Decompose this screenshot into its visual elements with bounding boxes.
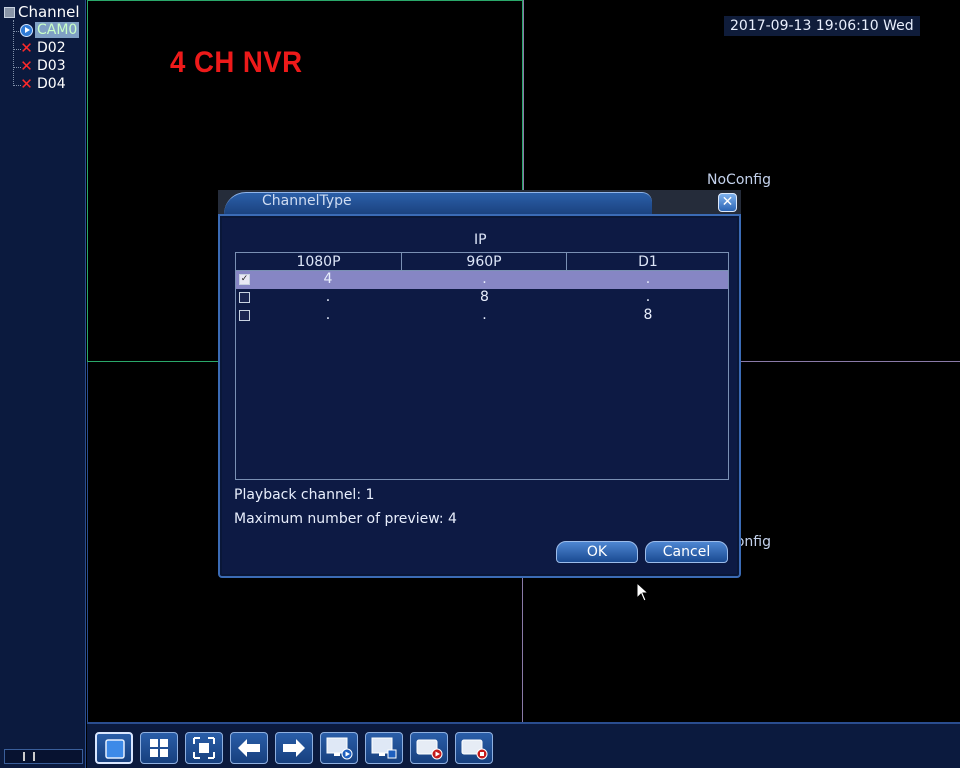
channel-label: D04 [37, 76, 66, 92]
pane-status-noconfig: NoConfig [707, 172, 771, 188]
channel-sidebar: Channel CAM0 ✕ D02 ✕ D03 ✕ D04 [0, 0, 86, 768]
monitor-button[interactable] [365, 732, 403, 764]
dialog-title: ChannelType [262, 193, 352, 209]
x-icon: ✕ [20, 57, 33, 75]
next-icon [283, 739, 305, 757]
cell-1080p: . [325, 307, 331, 323]
playback-icon [326, 737, 353, 760]
cell-960p: . [482, 271, 487, 287]
channel-label: D02 [37, 40, 66, 56]
table-row[interactable]: ✓ 4 . . [236, 271, 728, 289]
sidebar-scrollbar[interactable] [4, 749, 83, 764]
channel-type-table: 1080P 960P D1 ✓ 4 . . . 8 . . . 8 [235, 252, 729, 480]
channel-item-d04[interactable]: ✕ D04 [20, 76, 68, 92]
playback-channel-text: Playback channel: 1 [234, 487, 375, 503]
column-header: D1 [567, 253, 729, 271]
cell-1080p: 4 [323, 271, 333, 287]
ip-group-label: IP [474, 232, 487, 248]
fullscreen-button[interactable] [185, 732, 223, 764]
channel-type-dialog: ChannelType ✕ IP 1080P 960P D1 ✓ 4 . . .… [218, 190, 741, 578]
stop-record-button[interactable] [455, 732, 493, 764]
channel-tree-header[interactable]: Channel [4, 3, 80, 21]
channel-label: CAM0 [35, 22, 80, 38]
cell-d1: . [645, 289, 651, 305]
previous-button[interactable] [230, 732, 268, 764]
channel-item-cam0[interactable]: CAM0 [20, 22, 80, 38]
stop-record-icon [461, 739, 488, 760]
cell-d1: . [645, 271, 651, 287]
tree-collapse-icon[interactable] [4, 6, 15, 18]
column-header: 1080P [236, 253, 402, 271]
single-view-icon [105, 739, 125, 759]
datetime-display: 2017-09-13 19:06:10 Wed [724, 16, 920, 36]
next-button[interactable] [275, 732, 313, 764]
channel-label: D03 [37, 58, 66, 74]
record-button[interactable] [410, 732, 448, 764]
fullscreen-icon [193, 737, 215, 759]
monitor-icon [371, 737, 397, 759]
x-icon: ✕ [20, 39, 33, 57]
table-row[interactable]: . 8 . [236, 289, 728, 307]
cell-1080p: . [325, 289, 331, 305]
channel-item-d02[interactable]: ✕ D02 [20, 40, 68, 56]
table-row[interactable]: . . 8 [236, 307, 728, 325]
channel-item-d03[interactable]: ✕ D03 [20, 58, 68, 74]
cell-d1: 8 [643, 307, 653, 323]
record-icon [416, 739, 443, 760]
play-icon [20, 23, 33, 37]
x-icon: ✕ [20, 75, 33, 93]
channel-tree-title: Channel [18, 3, 80, 21]
nvr-brand-label: 4 CH NVR [170, 46, 303, 79]
playback-button[interactable] [320, 732, 358, 764]
tree-connector [13, 20, 14, 86]
bottom-toolbar [87, 722, 960, 768]
prev-icon [238, 739, 260, 757]
ok-button[interactable]: OK [556, 541, 638, 563]
close-icon: ✕ [721, 194, 734, 210]
scroll-thumb[interactable] [23, 752, 35, 761]
cell-960p: . [482, 307, 487, 323]
quad-view-icon [150, 739, 168, 757]
cell-960p: 8 [480, 289, 489, 305]
single-view-button[interactable] [95, 732, 133, 764]
quad-view-button[interactable] [140, 732, 178, 764]
max-preview-text: Maximum number of preview: 4 [234, 511, 457, 527]
close-button[interactable]: ✕ [718, 193, 737, 212]
column-header: 960P [402, 253, 567, 271]
mouse-cursor-icon [636, 582, 650, 602]
cancel-button[interactable]: Cancel [645, 541, 728, 563]
